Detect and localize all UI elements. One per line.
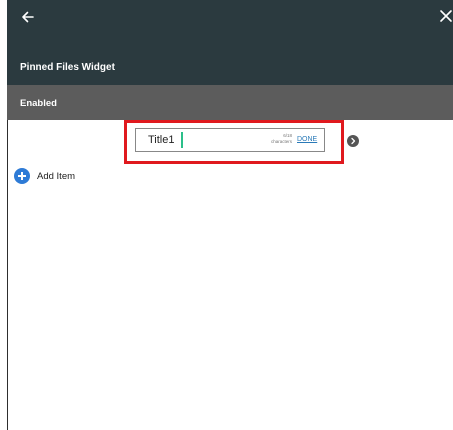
page-title: Pinned Files Widget <box>20 62 115 73</box>
text-caret <box>181 132 183 148</box>
arrow-left-icon[interactable] <box>20 9 36 25</box>
status-label: Enabled <box>20 98 57 109</box>
chevron-right-icon[interactable] <box>347 135 359 147</box>
close-icon[interactable] <box>439 9 453 23</box>
header-bar: Pinned Files Widget <box>7 0 453 85</box>
add-item-button[interactable]: Add Item <box>14 168 75 184</box>
character-counter-label: characters <box>270 138 292 144</box>
done-button[interactable]: DONE <box>297 136 317 143</box>
add-item-label: Add Item <box>37 170 76 182</box>
plus-circle-icon[interactable] <box>14 168 30 184</box>
title-input-value[interactable]: Title1 <box>148 134 175 146</box>
status-bar: Enabled <box>7 85 453 120</box>
title-input[interactable]: Title1 6/18 characters DONE <box>135 128 325 152</box>
character-counter: 6/18 characters <box>262 133 292 144</box>
widget-settings-panel: Pinned Files Widget Enabled Title1 6/18 … <box>0 0 453 430</box>
